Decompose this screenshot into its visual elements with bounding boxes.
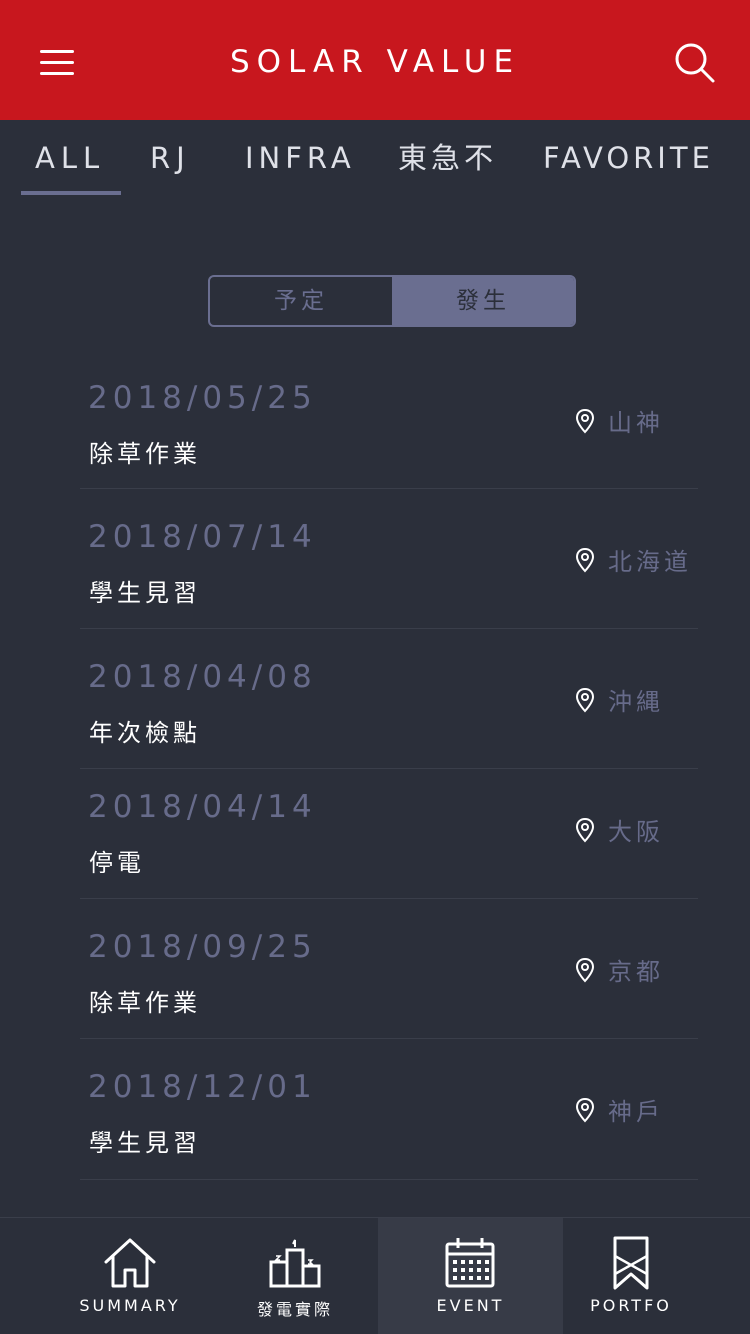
nav-portfolio-label: PORTFO xyxy=(590,1296,672,1315)
event-item[interactable]: 2018/04/14 停電 大阪 xyxy=(80,769,698,899)
calendar-icon xyxy=(445,1238,495,1288)
tab-favorite[interactable]: FAVORITE xyxy=(543,136,714,180)
nav-generation-label: 發電實際 xyxy=(256,1300,333,1319)
event-location: 神戶 xyxy=(574,1092,664,1127)
segment-occurred[interactable]: 發生 xyxy=(392,277,574,325)
home-icon xyxy=(104,1238,156,1288)
app-root: SOLAR VALUE ALL RJ INFRA 東急不 FAVORITE 予定… xyxy=(0,0,750,1334)
menu-button[interactable] xyxy=(30,40,84,84)
event-date: 2018/07/14 xyxy=(88,519,317,555)
event-location: 山神 xyxy=(574,403,664,438)
nav-summary[interactable]: SUMMARY xyxy=(40,1218,220,1334)
app-header: SOLAR VALUE xyxy=(0,0,750,120)
menu-icon-bar xyxy=(40,60,74,64)
nav-portfolio[interactable]: PORTFO xyxy=(570,1218,692,1334)
segment-scheduled[interactable]: 予定 xyxy=(210,277,392,325)
location-pin-icon xyxy=(575,547,595,572)
event-location: 京都 xyxy=(574,952,664,987)
location-pin-icon xyxy=(575,687,595,712)
event-location-label: 神戶 xyxy=(608,1098,664,1126)
event-location: 大阪 xyxy=(574,812,664,847)
nav-event[interactable]: EVENT xyxy=(378,1218,563,1334)
event-date: 2018/05/25 xyxy=(88,380,317,416)
event-item[interactable]: 2018/05/25 除草作業 山神 xyxy=(80,350,698,489)
search-button[interactable] xyxy=(670,38,720,88)
search-icon xyxy=(675,43,715,83)
location-pin-icon xyxy=(575,817,595,842)
event-location-label: 大阪 xyxy=(608,818,664,846)
nav-event-label: EVENT xyxy=(436,1296,505,1315)
event-list: 2018/05/25 除草作業 山神 2018/07/14 學生見習 北海道 2… xyxy=(80,350,698,1180)
tab-all[interactable]: ALL xyxy=(35,136,105,180)
event-name: 學生見習 xyxy=(89,1129,201,1157)
location-pin-icon xyxy=(575,957,595,982)
event-location-label: 沖縄 xyxy=(608,688,664,716)
bookmark-icon xyxy=(613,1236,649,1290)
event-name: 除草作業 xyxy=(89,440,201,468)
bottom-nav: SUMMARY 發電實際 EVENT PORTFO xyxy=(0,1217,750,1334)
menu-icon-bar xyxy=(40,49,74,53)
event-name: 學生見習 xyxy=(89,579,201,607)
event-date: 2018/09/25 xyxy=(88,929,317,965)
event-location-label: 京都 xyxy=(608,958,664,986)
active-tab-indicator xyxy=(21,191,121,195)
event-location: 北海道 xyxy=(574,542,692,577)
tab-tokyu[interactable]: 東急不 xyxy=(398,136,497,180)
tab-rj[interactable]: RJ xyxy=(150,136,191,180)
event-date: 2018/12/01 xyxy=(88,1069,317,1105)
event-location: 沖縄 xyxy=(574,682,664,717)
nav-summary-label: SUMMARY xyxy=(79,1296,181,1315)
location-pin-icon xyxy=(575,408,595,433)
event-date: 2018/04/08 xyxy=(88,659,317,695)
event-name: 停電 xyxy=(89,849,145,877)
event-type-toggle: 予定 發生 xyxy=(208,275,576,327)
event-item[interactable]: 2018/04/08 年次檢點 沖縄 xyxy=(80,629,698,769)
app-title: SOLAR VALUE xyxy=(229,44,521,80)
event-name: 除草作業 xyxy=(89,989,201,1017)
nav-generation[interactable]: 發電實際 xyxy=(220,1218,370,1334)
event-item[interactable]: 2018/12/01 學生見習 神戶 xyxy=(80,1039,698,1180)
tab-infra[interactable]: INFRA xyxy=(245,136,356,180)
category-tabs: ALL RJ INFRA 東急不 FAVORITE xyxy=(0,120,750,200)
event-date: 2018/04/14 xyxy=(88,789,317,825)
event-name: 年次檢點 xyxy=(89,719,201,747)
event-location-label: 山神 xyxy=(608,409,664,437)
location-pin-icon xyxy=(575,1097,595,1122)
event-item[interactable]: 2018/09/25 除草作業 京都 xyxy=(80,899,698,1039)
event-item[interactable]: 2018/07/14 學生見習 北海道 xyxy=(80,489,698,629)
event-location-label: 北海道 xyxy=(608,548,692,576)
podium-icon xyxy=(269,1239,321,1288)
menu-icon-bar xyxy=(40,71,74,75)
